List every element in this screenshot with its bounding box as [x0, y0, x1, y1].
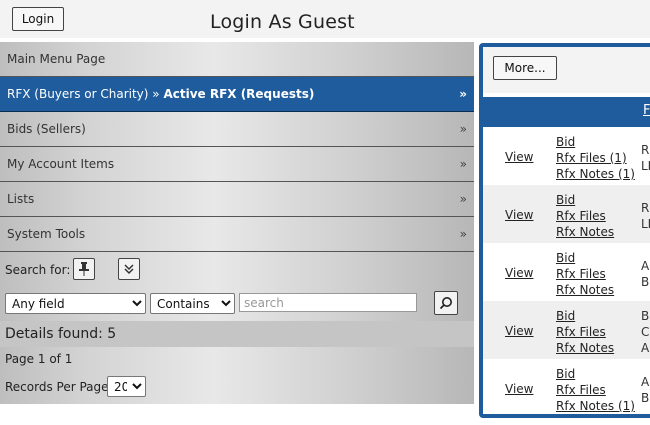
menu-account[interactable]: My Account Items »: [0, 147, 474, 182]
truncated-cell: R LL: [641, 200, 650, 232]
truncated-text: LL: [641, 217, 650, 231]
search-button[interactable]: [434, 291, 458, 315]
view-link[interactable]: View: [505, 382, 533, 396]
truncated-text: C: [641, 325, 650, 339]
row-links: Bid Rfx Files Rfx Notes: [556, 192, 614, 240]
row-links: Bid Rfx Files (1) Rfx Notes (1): [556, 134, 635, 182]
records-per-page-label: Records Per Page:: [5, 380, 113, 394]
truncated-cell: A B: [641, 374, 649, 406]
bid-link[interactable]: Bid: [556, 308, 614, 324]
table-header: F: [483, 97, 650, 127]
magnifier-icon: [439, 297, 452, 310]
expand-search-button[interactable]: [118, 258, 140, 280]
view-link[interactable]: View: [505, 208, 533, 222]
rfx-files-link[interactable]: Rfx Files: [556, 382, 635, 398]
menu-rfx-prefix: RFX (Buyers or Charity) »: [7, 87, 164, 101]
column-header-link[interactable]: F: [643, 103, 650, 118]
menu-system-label: System Tools: [7, 227, 86, 241]
field-select[interactable]: Any field: [5, 293, 146, 314]
table-row: View Bid Rfx Files Rfx Notes (1) A B: [483, 359, 650, 414]
page-info: Page 1 of 1: [5, 352, 73, 366]
rfx-files-link[interactable]: Rfx Files (1): [556, 150, 635, 166]
table-row: View Bid Rfx Files (1) Rfx Notes (1) R L…: [483, 127, 650, 185]
left-panel: Main Menu Page RFX (Buyers or Charity) »…: [0, 42, 474, 404]
truncated-text: R: [641, 201, 650, 215]
rfx-files-link[interactable]: Rfx Files: [556, 266, 614, 282]
pin-button[interactable]: [73, 258, 95, 280]
page-title: Login As Guest: [210, 11, 355, 33]
menu-bids-label: Bids (Sellers): [7, 122, 86, 136]
menu-rfx-label: RFX (Buyers or Charity) » Active RFX (Re…: [7, 87, 314, 101]
row-links: Bid Rfx Files Rfx Notes (1): [556, 366, 635, 414]
rfx-notes-link[interactable]: Rfx Notes (1): [556, 398, 635, 414]
table-row: View Bid Rfx Files Rfx Notes A B: [483, 243, 650, 301]
search-for-label: Search for:: [5, 263, 71, 277]
rfx-notes-link[interactable]: Rfx Notes: [556, 224, 614, 240]
pin-icon: [79, 262, 89, 276]
details-found: Details found: 5: [0, 321, 474, 347]
table-row: View Bid Rfx Files Rfx Notes B C Al: [483, 301, 650, 359]
truncated-text: B: [641, 391, 650, 405]
table-row: View Bid Rfx Files Rfx Notes R LL: [483, 185, 650, 243]
truncated-text: A: [641, 375, 650, 389]
menu-rfx[interactable]: RFX (Buyers or Charity) » Active RFX (Re…: [0, 77, 474, 112]
search-input[interactable]: [239, 293, 417, 312]
bid-link[interactable]: Bid: [556, 366, 635, 382]
menu-main-label: Main Menu Page: [7, 52, 106, 66]
truncated-cell: B C Al: [641, 308, 650, 356]
rfx-files-link[interactable]: Rfx Files: [556, 324, 614, 340]
chevron-right-icon: »: [459, 157, 467, 171]
menu-bids[interactable]: Bids (Sellers) »: [0, 112, 474, 147]
menu-rfx-current: Active RFX (Requests): [163, 87, 315, 101]
chevron-right-icon: »: [459, 122, 467, 136]
more-button[interactable]: More...: [493, 56, 557, 80]
view-link[interactable]: View: [505, 150, 533, 164]
operator-select[interactable]: Contains: [150, 293, 235, 314]
bid-link[interactable]: Bid: [556, 250, 614, 266]
menu-lists[interactable]: Lists »: [0, 182, 474, 217]
truncated-cell: R LL: [641, 142, 650, 174]
rfx-files-link[interactable]: Rfx Files: [556, 208, 614, 224]
rfx-notes-link[interactable]: Rfx Notes (1): [556, 166, 635, 182]
menu-main[interactable]: Main Menu Page: [0, 42, 474, 77]
view-link[interactable]: View: [505, 324, 533, 338]
truncated-cell: A B: [641, 258, 649, 290]
more-bar: More...: [483, 47, 650, 93]
double-chevron-down-icon: [124, 264, 134, 275]
row-links: Bid Rfx Files Rfx Notes: [556, 308, 614, 356]
row-links: Bid Rfx Files Rfx Notes: [556, 250, 614, 298]
top-bar: Login Login As Guest: [0, 0, 650, 38]
login-button[interactable]: Login: [12, 7, 64, 31]
records-per-page-select[interactable]: 20: [107, 376, 146, 397]
truncated-text: LL: [641, 159, 650, 173]
truncated-text: B: [641, 275, 650, 289]
chevron-right-icon: »: [459, 87, 467, 101]
truncated-text: A: [641, 259, 650, 273]
results-panel: More... F View Bid Rfx Files (1) Rfx Not…: [479, 43, 650, 418]
view-link[interactable]: View: [505, 266, 533, 280]
rfx-notes-link[interactable]: Rfx Notes: [556, 340, 614, 356]
truncated-text: Al: [641, 341, 650, 355]
bid-link[interactable]: Bid: [556, 134, 635, 150]
truncated-text: R: [641, 143, 650, 157]
bid-link[interactable]: Bid: [556, 192, 614, 208]
menu-system[interactable]: System Tools »: [0, 217, 474, 252]
truncated-text: B: [641, 309, 650, 323]
rfx-notes-link[interactable]: Rfx Notes: [556, 282, 614, 298]
chevron-right-icon: »: [459, 192, 467, 206]
menu-account-label: My Account Items: [7, 157, 115, 171]
menu-lists-label: Lists: [7, 192, 35, 206]
chevron-right-icon: »: [459, 227, 467, 241]
